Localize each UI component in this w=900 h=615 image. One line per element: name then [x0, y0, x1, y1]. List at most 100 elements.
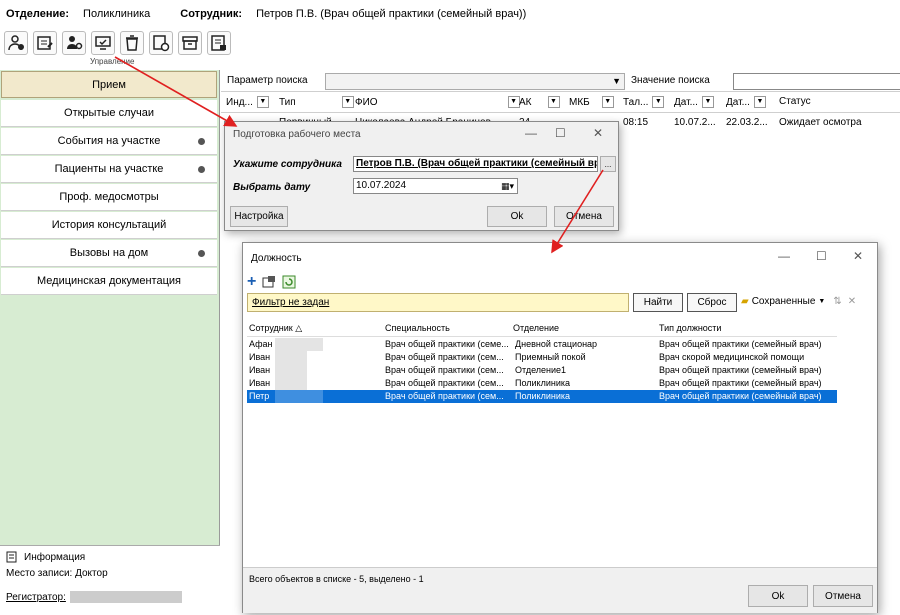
- col-header-label: Сотрудник: [249, 323, 293, 333]
- filter-icon[interactable]: ▼: [341, 96, 354, 108]
- maximize-icon[interactable]: ☐: [555, 126, 566, 140]
- settings-button[interactable]: Настройка: [230, 206, 288, 227]
- cell-specialty: Врач общей практики (сем...: [385, 352, 504, 362]
- list-item[interactable]: Иван Врач общей практики (сем... Поликли…: [247, 377, 837, 390]
- sidebar-item-label: События на участке: [57, 135, 161, 147]
- saved-label: Сохраненные: [751, 296, 816, 307]
- maximize-icon[interactable]: ☐: [816, 249, 827, 263]
- col-header[interactable]: МКБ ▼: [569, 96, 614, 108]
- sidebar-item-checkups[interactable]: Проф. медосмотры: [1, 184, 217, 211]
- col-header-specialty[interactable]: Специальность: [385, 323, 450, 333]
- minimize-icon[interactable]: —: [525, 126, 537, 140]
- search-value-label: Значение поиска: [631, 75, 710, 86]
- sidebar-item-open-cases[interactable]: Открытые случаи: [1, 100, 217, 127]
- filter-icon[interactable]: ▼: [601, 96, 614, 108]
- workplace-dialog: Подготовка рабочего места — ☐ ✕ Укажите …: [224, 121, 619, 231]
- col-header[interactable]: ФИО ▼: [355, 96, 520, 108]
- sort-up-icon: △: [295, 323, 303, 333]
- cell-specialty: Врач общей практики (семе...: [385, 339, 509, 349]
- sidebar-item-area-events[interactable]: События на участке: [1, 128, 217, 155]
- cell-position-type: Врач общей практики (семейный врач): [659, 365, 822, 375]
- filter-icon[interactable]: ▼: [753, 96, 766, 108]
- sidebar-item-consult-history[interactable]: История консультаций: [1, 212, 217, 239]
- sidebar-item-home-calls[interactable]: Вызовы на дом: [1, 240, 217, 267]
- redacted-name: [275, 338, 323, 351]
- cancel-button[interactable]: Отмена: [554, 206, 614, 227]
- redacted-name: [275, 364, 307, 377]
- sidebar-item-medical-docs[interactable]: Медицинская документация: [1, 268, 217, 295]
- redacted-name: [275, 351, 307, 364]
- page-add-button[interactable]: [149, 31, 173, 55]
- main-toolbar: Управление: [0, 28, 900, 68]
- browse-button[interactable]: ...: [600, 156, 616, 172]
- dialog-title: Должность: [251, 253, 302, 264]
- col-header-department[interactable]: Отделение: [513, 323, 559, 333]
- col-header[interactable]: Тип ▼: [279, 96, 354, 108]
- registrar-label: Регистратор:: [6, 591, 66, 603]
- calendar-icon[interactable]: ▦▾: [501, 179, 514, 193]
- monitor-check-button[interactable]: [91, 31, 115, 55]
- saved-filters-menu[interactable]: ▰ Сохраненные ▼ ⇅ ✕: [741, 296, 856, 307]
- filter-icon[interactable]: ▼: [256, 96, 269, 108]
- filter-icon[interactable]: ▼: [547, 96, 560, 108]
- close-icon[interactable]: ✕: [853, 249, 863, 263]
- add-icon[interactable]: +: [247, 273, 256, 291]
- document-list-button[interactable]: [207, 31, 231, 55]
- employee-field[interactable]: Петров П.В. (Врач общей практики (семейн…: [353, 156, 598, 172]
- search-param-select[interactable]: ▼: [325, 73, 625, 90]
- close-icon[interactable]: ✕: [593, 126, 603, 140]
- sidebar-item-reception[interactable]: Прием: [1, 71, 217, 98]
- sidebar-item-area-patients[interactable]: Пациенты на участке: [1, 156, 217, 183]
- filter-icon[interactable]: ▼: [652, 96, 665, 108]
- filter-icon[interactable]: ▼: [701, 96, 714, 108]
- reset-button[interactable]: Сброс: [687, 293, 737, 312]
- col-header[interactable]: Дат... ▼: [726, 96, 766, 108]
- col-header[interactable]: Статус: [779, 96, 811, 107]
- pin-icon[interactable]: ⇅: [833, 296, 841, 307]
- status-dot: [198, 138, 205, 145]
- status-dot: [198, 250, 205, 257]
- dialog-toolbar: +: [247, 273, 296, 291]
- properties-icon[interactable]: [262, 275, 276, 289]
- filter-field[interactable]: Фильтр не задан: [247, 293, 629, 312]
- col-header[interactable]: Тал... ▼: [623, 96, 665, 108]
- ok-button[interactable]: Ok: [487, 206, 547, 227]
- col-header[interactable]: Дат... ▼: [674, 96, 714, 108]
- ok-button[interactable]: Ok: [748, 585, 808, 607]
- col-header-label: Статус: [779, 96, 811, 107]
- sidebar-item-label: Проф. медосмотры: [59, 191, 159, 203]
- user-add-button[interactable]: [4, 31, 28, 55]
- archive-button[interactable]: [178, 31, 202, 55]
- table-cell: 22.03.2...: [726, 117, 768, 128]
- list-item[interactable]: Иван Врач общей практики (сем... Приемны…: [247, 351, 837, 364]
- employee-field-value: Петров П.В. (Врач общей практики (семейн…: [356, 158, 598, 169]
- list-item-selected[interactable]: Петр Врач общей практики (сем... Поликли…: [247, 390, 837, 403]
- employee-value: Петров П.В. (Врач общей практики (семейн…: [256, 8, 527, 20]
- card-edit-button[interactable]: [33, 31, 57, 55]
- refresh-icon[interactable]: [282, 275, 296, 289]
- col-header[interactable]: АК ▼: [519, 96, 560, 108]
- info-row: Информация: [6, 551, 85, 563]
- delete-button[interactable]: [120, 31, 144, 55]
- col-header-employee[interactable]: Сотрудник △: [249, 323, 302, 334]
- cancel-button[interactable]: Отмена: [813, 585, 873, 607]
- col-header-label: Тал...: [623, 96, 649, 108]
- filter-icon[interactable]: ▼: [507, 96, 520, 108]
- cell-position-type: Врач общей практики (семейный врач): [659, 378, 822, 388]
- document-list-icon: [211, 35, 226, 51]
- clear-icon[interactable]: ✕: [848, 296, 856, 307]
- col-header-position-type[interactable]: Тип должности: [659, 323, 721, 333]
- col-header[interactable]: Инд... ▼: [226, 96, 269, 108]
- find-button[interactable]: Найти: [633, 293, 683, 312]
- list-item[interactable]: Иван Врач общей практики (сем... Отделен…: [247, 364, 837, 377]
- cell-specialty: Врач общей практики (сем...: [385, 391, 504, 401]
- cell-position-type: Врач скорой медицинской помощи: [659, 352, 805, 362]
- minimize-icon[interactable]: —: [778, 249, 790, 263]
- search-value-input[interactable]: [733, 73, 900, 90]
- cell-specialty: Врач общей практики (сем...: [385, 365, 504, 375]
- list-item[interactable]: Афан Врач общей практики (семе... Дневно…: [247, 338, 837, 351]
- cell-position-type: Врач общей практики (семейный врач): [659, 339, 822, 349]
- date-field[interactable]: 10.07.2024 ▦▾: [353, 178, 518, 194]
- sidebar-item-label: Медицинская документация: [37, 275, 181, 287]
- users-manage-button[interactable]: [62, 31, 86, 55]
